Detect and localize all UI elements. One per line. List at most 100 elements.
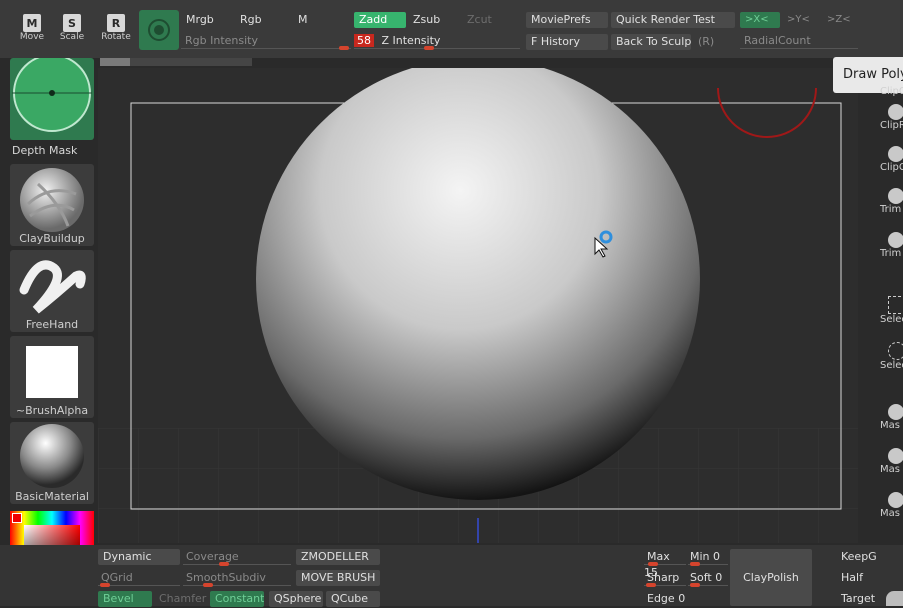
max-knob[interactable] (648, 562, 658, 566)
brush-label: ClayBuildup (19, 232, 85, 245)
rgb-intensity-label: Rgb Intensity (185, 34, 258, 47)
coverage-knob[interactable] (219, 562, 229, 566)
zadd-button[interactable]: Zadd (354, 12, 406, 28)
zmodeller-button[interactable]: ZMODELLER (296, 549, 380, 565)
right-shelf-item-clip-rect[interactable]: ClipR (880, 104, 903, 131)
bottom-toolbar: Dynamic Coverage ZMODELLER QGrid SmoothS… (0, 545, 903, 607)
mrgb-button[interactable]: Mrgb (181, 12, 219, 28)
f-history-button[interactable]: F History (526, 34, 608, 50)
rgb-button[interactable]: Rgb (235, 12, 267, 28)
right-shelf-item-select-lasso[interactable]: Selec (880, 342, 903, 371)
right-shelf-item-trim-1[interactable]: Trim (880, 188, 903, 215)
move-brush-button[interactable]: MOVE BRUSH (296, 570, 380, 586)
m-button[interactable]: M (293, 12, 313, 28)
sphere-model[interactable] (256, 68, 700, 500)
mask-icon (888, 404, 903, 420)
dynamic-button[interactable]: Dynamic (98, 549, 180, 565)
smooth-subdiv-label: SmoothSubdiv (186, 571, 266, 584)
clip-circle-label: ClipC (880, 86, 903, 97)
sharp-slider[interactable]: Sharp (644, 570, 686, 587)
radial-count-slider[interactable]: RadialCount (740, 33, 858, 49)
bevel-button[interactable]: Bevel (98, 591, 152, 607)
mask-label-3: Mas (880, 508, 900, 519)
target-button[interactable]: Target (836, 591, 884, 607)
z-intensity-knob[interactable] (424, 46, 434, 50)
move-tool[interactable]: M Move (12, 4, 52, 50)
movie-prefs-button[interactable]: MoviePrefs (526, 12, 608, 28)
depth-mask-icon (12, 58, 92, 132)
rotate-label: Rotate (101, 32, 131, 42)
target-icon (886, 591, 903, 606)
quick-render-test-button[interactable]: Quick Render Test (611, 12, 735, 28)
min-knob[interactable] (690, 562, 700, 566)
stroke-label: FreeHand (25, 318, 79, 331)
right-shelf-item-mask-2[interactable]: Mas (880, 448, 903, 475)
constant-button[interactable]: Constant (210, 591, 264, 607)
clip-curve-label: ClipC (880, 162, 903, 173)
qsphere-button[interactable]: QSphere (269, 591, 323, 607)
trim-lasso-icon (888, 232, 903, 248)
z-intensity-slider[interactable]: 58 Z Intensity (354, 33, 520, 50)
symmetry-z-button[interactable]: >Z< (822, 12, 856, 28)
sharp-knob[interactable] (646, 583, 656, 587)
mask-label-2: Mas (880, 464, 900, 475)
rotation-gizmo[interactable] (717, 87, 817, 138)
max-slider[interactable]: Max 15 (644, 549, 686, 579)
zcut-button[interactable]: Zcut (462, 12, 497, 28)
document-canvas[interactable] (98, 68, 858, 543)
edge-slider[interactable]: Edge 0 (644, 591, 728, 607)
select-lasso-icon (888, 342, 903, 360)
depth-mask-thumbnail[interactable] (10, 58, 94, 140)
qgrid-slider[interactable]: QGrid (98, 570, 180, 587)
zsub-button[interactable]: Zsub (408, 12, 445, 28)
right-shelf-item-mask-1[interactable]: Mas (880, 404, 903, 431)
alpha-thumbnail[interactable]: ~BrushAlpha (10, 336, 94, 418)
brush-thumbnail[interactable]: ClayBuildup (10, 164, 94, 246)
viewport-svg (98, 68, 858, 543)
symmetry-y-button[interactable]: >Y< (782, 12, 815, 28)
coverage-slider[interactable]: Coverage (183, 549, 291, 566)
min-slider[interactable]: Min 0 (688, 549, 728, 566)
right-shelf-item-select-rect[interactable]: Selec (880, 296, 903, 325)
edge-label: Edge (647, 592, 675, 605)
right-shelf-item-clip-curve[interactable]: ClipC (880, 146, 903, 173)
top-toolbar: M Move S Scale R Rotate Mrgb Rgb M Rgb I… (0, 0, 903, 58)
right-shelf-item-trim-2[interactable]: Trim (880, 232, 903, 259)
keep-groups-button[interactable]: KeepGr (836, 549, 876, 565)
clip-curve-icon (888, 146, 903, 162)
soft-knob[interactable] (690, 583, 700, 587)
rotate-icon: R (107, 14, 125, 32)
progress-strip (100, 58, 252, 66)
scale-icon: S (63, 14, 81, 32)
brush-alpha-icon (26, 346, 78, 398)
smooth-subdiv-knob[interactable] (203, 583, 213, 587)
qcube-button[interactable]: QCube (326, 591, 380, 607)
radial-count-label: RadialCount (744, 34, 811, 47)
chamfer-button[interactable]: Chamfer (154, 591, 211, 607)
max-label: Max (647, 550, 670, 563)
smooth-subdiv-slider[interactable]: SmoothSubdiv (183, 570, 291, 587)
mask-curve-icon (888, 492, 903, 508)
clay-polish-button[interactable]: ClayPolish (730, 549, 812, 606)
edge-value: 0 (678, 592, 686, 605)
material-thumbnail[interactable]: BasicMaterial (10, 422, 94, 504)
qgrid-knob[interactable] (100, 583, 110, 587)
rgb-intensity-slider[interactable]: Rgb Intensity (181, 33, 351, 50)
soft-slider[interactable]: Soft 0 (688, 570, 728, 587)
scale-tool[interactable]: S Scale (52, 4, 92, 50)
rotate-tool[interactable]: R Rotate (96, 4, 136, 50)
draw-button[interactable] (139, 10, 179, 50)
right-shelf-item-mask-3[interactable]: Mas (880, 492, 903, 519)
mask-label-1: Mas (880, 420, 900, 431)
material-label: BasicMaterial (15, 490, 89, 503)
right-shelf-item-clip-circle[interactable]: ClipC (880, 86, 903, 97)
main-color-swatch[interactable] (12, 513, 22, 523)
select-lasso-label: Selec (880, 360, 903, 371)
move-icon: M (23, 14, 41, 32)
symmetry-x-button[interactable]: >X< (740, 12, 780, 28)
rgb-intensity-knob[interactable] (339, 46, 349, 50)
back-to-sculpt-button[interactable]: Back To Sculpt (611, 34, 691, 50)
half-button[interactable]: Half (836, 570, 876, 586)
stroke-thumbnail[interactable]: FreeHand (10, 250, 94, 332)
draw-icon (148, 19, 170, 41)
